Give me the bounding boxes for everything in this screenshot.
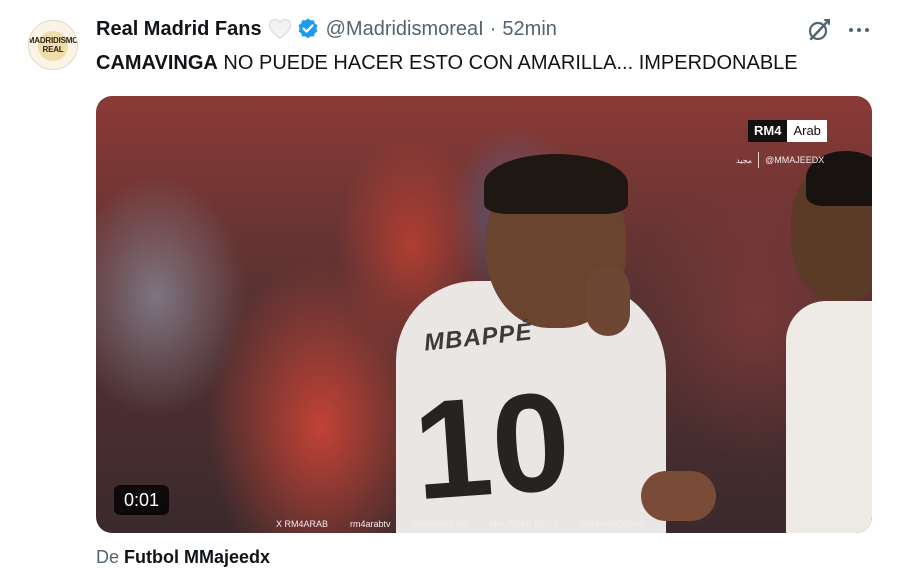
social-handle: RM4ArabOfficial xyxy=(579,519,645,529)
social-handle: X RM4ARAB xyxy=(276,519,329,529)
player-main-hand xyxy=(586,266,630,336)
tweet-text-rest: NO PUEDE HACER ESTO CON AMARILLA... IMPE… xyxy=(217,52,798,74)
player-right-shirt xyxy=(786,301,872,533)
avatar-text-line1: MADRIDISMO xyxy=(28,36,78,45)
social-handle: rm4arabtv xyxy=(350,519,391,529)
social-handle: MALARAB.NET1 xyxy=(489,519,558,529)
channel-arabic-logo: مجيد xyxy=(736,155,753,165)
separator-dot: · xyxy=(489,17,497,40)
social-handle: RM4ArabLive xyxy=(412,519,468,529)
gesturing-hand xyxy=(641,471,716,521)
player-main-hair xyxy=(484,154,628,214)
avatar-text-line2: REAL xyxy=(42,45,64,54)
author-name[interactable]: Real Madrid Fans xyxy=(96,18,262,41)
watermark-divider xyxy=(758,152,760,168)
attribution-prefix: De xyxy=(96,547,125,567)
jersey-number: 10 xyxy=(408,361,575,530)
social-handles-watermark: X RM4ARAB rm4arabtv RM4ArabLive MALARAB.… xyxy=(276,519,645,529)
author-avatar[interactable]: MADRIDISMO REAL xyxy=(28,20,78,70)
video-attribution: De Futbol MMajeedx xyxy=(96,547,270,568)
rm4-brand: RM4 xyxy=(748,120,788,142)
channel-handle: @MMAJEEDX xyxy=(765,155,825,165)
tweet-header: Real Madrid Fans @MadridismoreaI · 52min xyxy=(96,16,557,42)
rm4-brand-suffix: Arab xyxy=(787,120,827,142)
more-options-icon[interactable] xyxy=(846,17,872,43)
channel-watermark: مجيد @MMAJEEDX xyxy=(736,152,824,168)
grok-icon[interactable] xyxy=(806,17,832,43)
video-duration-badge: 0:01 xyxy=(114,485,170,515)
attribution-source-link[interactable]: Futbol MMajeedx xyxy=(124,547,270,567)
tweet-text: CAMAVINGA NO PUEDE HACER ESTO CON AMARIL… xyxy=(96,50,798,76)
tweet-text-bold: CAMAVINGA xyxy=(96,52,218,74)
tweet-timestamp[interactable]: 52min xyxy=(502,18,556,41)
author-handle[interactable]: @MadridismoreaI xyxy=(326,18,484,41)
verified-badge-icon xyxy=(298,18,318,39)
video-player[interactable]: MBAPPÉ 10 RM4 Arab مجيد @MMAJEEDX 0:01 X… xyxy=(96,96,872,533)
white-heart-icon xyxy=(268,18,291,40)
rm4-watermark-logo: RM4 Arab xyxy=(748,120,827,142)
